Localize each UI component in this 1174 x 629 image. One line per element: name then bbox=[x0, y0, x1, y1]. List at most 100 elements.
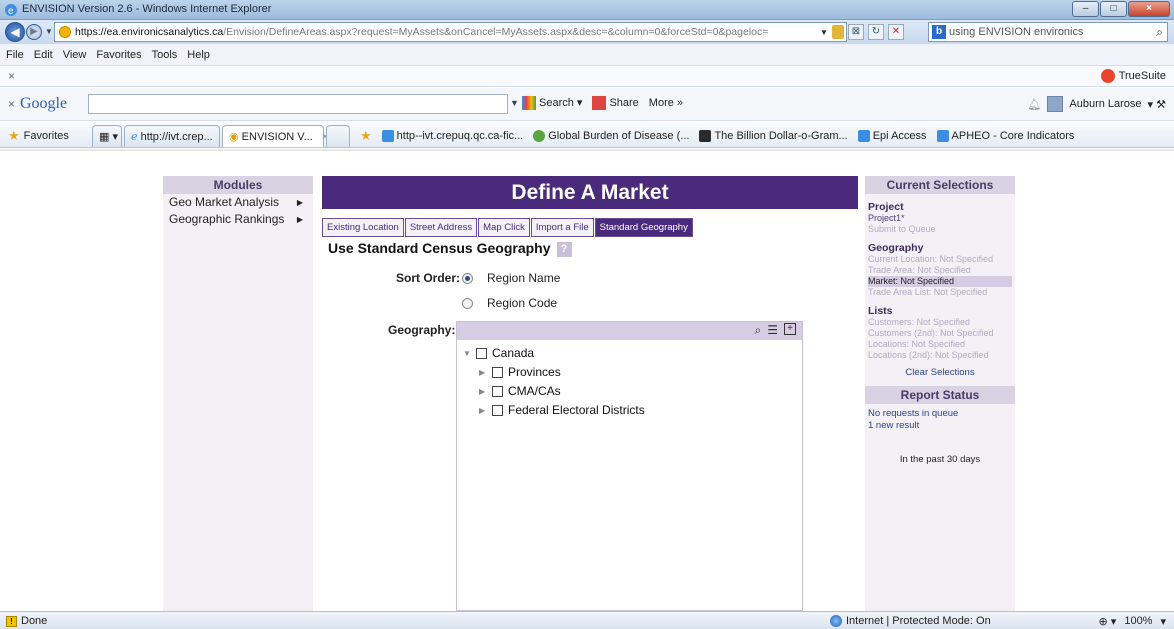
tree-node-provinces[interactable]: ▶ Provinces bbox=[479, 365, 561, 379]
modules-panel: Modules Geo Market Analysis ▶ Geographic… bbox=[163, 176, 313, 611]
checkbox[interactable] bbox=[476, 347, 487, 359]
stop-icon[interactable]: ✕ bbox=[887, 24, 904, 40]
market-line[interactable]: Market: Not Specified bbox=[868, 276, 1012, 287]
fav-link-5[interactable]: APHEO - Core Indicators bbox=[936, 129, 1075, 143]
window-title: ENVISION Version 2.6 - Windows Internet … bbox=[22, 3, 272, 15]
new-result-link[interactable]: 1 new result bbox=[868, 420, 1012, 432]
refresh-icon[interactable]: ↻ bbox=[867, 24, 884, 40]
tree-node-federal-electoral-districts[interactable]: ▶ Federal Electoral Districts bbox=[479, 403, 645, 417]
locations-line[interactable]: Locations: Not Specified bbox=[868, 339, 1012, 350]
compat-view-icon[interactable]: ⊠ bbox=[847, 24, 864, 40]
google-toolbar: × Google ▼ Search ▾ Share More » 🔔︎ Aubu… bbox=[0, 88, 1174, 121]
tab-existing-location[interactable]: Existing Location bbox=[322, 218, 404, 237]
help-icon[interactable]: ? bbox=[556, 241, 572, 257]
new-tab-button[interactable] bbox=[326, 125, 350, 147]
tree-node-canada[interactable]: ▼ Canada bbox=[463, 346, 534, 360]
sort-region-code-label[interactable]: Region Code bbox=[487, 296, 557, 310]
add-favorite-icon[interactable]: ★ bbox=[360, 128, 372, 144]
zoom-control[interactable]: ⊕ ▾ 100% ▾ bbox=[1099, 615, 1166, 628]
report-period: In the past 30 days bbox=[899, 454, 981, 465]
module-geo-market-analysis[interactable]: Geo Market Analysis ▶ bbox=[163, 194, 313, 211]
sort-region-name-radio[interactable] bbox=[462, 273, 473, 284]
fav-link-2[interactable]: Global Burden of Disease (... bbox=[533, 130, 689, 143]
close-google-toolbar-icon[interactable]: × bbox=[8, 97, 15, 111]
clear-selections-link[interactable]: Clear Selections bbox=[868, 367, 1012, 378]
trade-area-list-line[interactable]: Trade Area List: Not Specified bbox=[868, 287, 1012, 298]
menu-file[interactable]: File bbox=[6, 49, 24, 61]
address-dropdown-icon[interactable]: ▼ bbox=[820, 28, 828, 37]
tab-map-click[interactable]: Map Click bbox=[478, 218, 530, 237]
ie-page-icon: ℯ bbox=[131, 131, 138, 143]
menu-tools[interactable]: Tools bbox=[152, 49, 178, 61]
address-tools: ▼ ⊠ ↻ ✕ bbox=[820, 24, 904, 40]
google-user[interactable]: 🔔︎ Auburn Larose ▾ ⚒ bbox=[1027, 96, 1166, 112]
security-zone[interactable]: Internet | Protected Mode: On bbox=[830, 615, 991, 627]
minimize-button[interactable]: – bbox=[1072, 1, 1099, 17]
bell-icon[interactable]: 🔔︎ bbox=[1027, 98, 1041, 111]
browser-tab-2[interactable]: ◉ ENVISION V... × bbox=[222, 125, 328, 147]
customers-line[interactable]: Customers: Not Specified bbox=[868, 317, 1012, 328]
menu-help[interactable]: Help bbox=[187, 49, 210, 61]
trade-area-line[interactable]: Trade Area: Not Specified bbox=[868, 265, 1012, 276]
menu-favorites[interactable]: Favorites bbox=[96, 49, 141, 61]
expand-icon[interactable]: ▶ bbox=[479, 387, 487, 396]
address-bar[interactable]: https://ea.environicsanalytics.ca/Envisi… bbox=[54, 22, 847, 42]
close-window-button[interactable]: × bbox=[1128, 1, 1170, 17]
fav-link-4[interactable]: Epi Access bbox=[857, 130, 927, 143]
tab-import-file[interactable]: Import a File bbox=[530, 218, 594, 237]
expand-icon[interactable]: ▶ bbox=[479, 406, 487, 415]
collapse-icon[interactable]: ▼ bbox=[463, 349, 471, 358]
browser-tab-2-label: ENVISION V... bbox=[241, 131, 313, 143]
more-button[interactable]: More » bbox=[649, 97, 683, 109]
quick-tabs-button[interactable]: ▦ ▾ bbox=[92, 125, 122, 147]
forward-button[interactable]: ▶ bbox=[26, 24, 42, 40]
expand-icon[interactable]: ▶ bbox=[479, 368, 487, 377]
wrench-icon[interactable]: ▾ ⚒ bbox=[1148, 98, 1166, 111]
globe-icon bbox=[830, 615, 842, 627]
section-title: Use Standard Census Geography? bbox=[328, 240, 572, 257]
sort-region-code-radio[interactable] bbox=[462, 298, 473, 309]
google-search-button[interactable]: Search ▾ bbox=[522, 96, 582, 111]
search-icon[interactable]: ⌕ bbox=[1156, 23, 1163, 41]
zoom-dropdown-icon[interactable]: ▾ bbox=[1160, 615, 1166, 628]
favorites-button[interactable]: ★ Favorites bbox=[8, 128, 69, 144]
google-search-input[interactable] bbox=[88, 94, 508, 114]
tree-node-cma-cas[interactable]: ▶ CMA/CAs bbox=[479, 384, 561, 398]
menu-view[interactable]: View bbox=[63, 49, 87, 61]
fav-link-1[interactable]: http--ivt.crepuq.qc.ca-fic... bbox=[381, 130, 523, 143]
tab-standard-geography[interactable]: Standard Geography bbox=[594, 218, 693, 237]
back-button[interactable]: ◀ bbox=[5, 22, 25, 42]
submit-to-queue-link[interactable]: Submit to Queue bbox=[868, 224, 1012, 235]
customers-2nd-line[interactable]: Customers (2nd): Not Specified bbox=[868, 328, 1012, 339]
google-toolbar-items: Search ▾ Share More » bbox=[522, 96, 683, 111]
current-location-line[interactable]: Current Location: Not Specified bbox=[868, 254, 1012, 265]
lock-icon[interactable] bbox=[831, 25, 844, 39]
expand-all-icon[interactable]: + bbox=[784, 323, 796, 335]
browser-tab-1-label: http://ivt.crep... bbox=[140, 131, 213, 143]
history-dropdown-icon[interactable]: ▼ bbox=[45, 27, 53, 36]
truesuite-button[interactable]: TrueSuite bbox=[1100, 69, 1166, 83]
module-geographic-rankings[interactable]: Geographic Rankings ▶ bbox=[163, 211, 313, 228]
share-button[interactable]: Share bbox=[592, 96, 639, 111]
locations-2nd-line[interactable]: Locations (2nd): Not Specified bbox=[868, 350, 1012, 361]
fav-link-3-label: The Billion Dollar-o-Gram... bbox=[714, 129, 848, 142]
menu-edit[interactable]: Edit bbox=[34, 49, 53, 61]
pin-icon[interactable]: ⊕ ▾ bbox=[1099, 615, 1117, 628]
close-toolbar-icon[interactable]: × bbox=[8, 69, 15, 83]
sort-region-name-label[interactable]: Region Name bbox=[487, 271, 560, 285]
svg-text:e: e bbox=[8, 6, 14, 17]
maximize-button[interactable]: □ bbox=[1100, 1, 1127, 17]
fav-link-5-label: APHEO - Core Indicators bbox=[951, 129, 1075, 142]
checkbox[interactable] bbox=[492, 366, 503, 378]
tab-street-address[interactable]: Street Address bbox=[404, 218, 478, 237]
browser-tab-1[interactable]: ℯ http://ivt.crep... bbox=[124, 125, 220, 147]
list-icon[interactable]: ☰ bbox=[767, 323, 778, 338]
envision-page-icon: ◉ bbox=[229, 131, 239, 143]
checkbox[interactable] bbox=[492, 404, 503, 416]
google-search-dropdown-icon[interactable]: ▼ bbox=[510, 98, 519, 108]
project-name[interactable]: Project1* bbox=[868, 213, 1012, 224]
checkbox[interactable] bbox=[492, 385, 503, 397]
search-box[interactable]: b using ENVISION environics ⌕ bbox=[928, 22, 1168, 42]
search-icon[interactable]: ⌕ bbox=[755, 323, 762, 338]
fav-link-3[interactable]: The Billion Dollar-o-Gram... bbox=[699, 129, 848, 143]
